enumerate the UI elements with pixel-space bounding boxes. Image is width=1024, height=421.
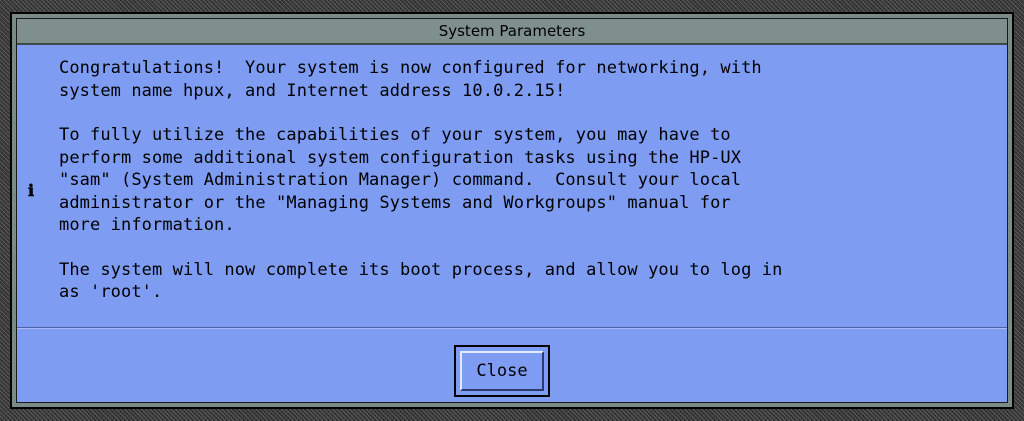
close-button[interactable]: Close — [454, 345, 550, 397]
dialog-body: System Parameters ℹ Congratulations! You… — [16, 18, 1008, 403]
message-paragraph-sam: To fully utilize the capabilities of you… — [59, 125, 742, 235]
message-paragraph-boot: The system will now complete its boot pr… — [59, 259, 783, 303]
message-text: Congratulations! Your system is now conf… — [59, 57, 999, 326]
dialog-window: System Parameters ℹ Congratulations! You… — [10, 12, 1014, 409]
button-area: Close — [17, 328, 1007, 402]
close-button-label: Close — [460, 351, 544, 391]
message-paragraph-congratulations: Congratulations! Your system is now conf… — [59, 58, 762, 101]
info-icon: ℹ — [28, 181, 35, 200]
dialog-title: System Parameters — [17, 19, 1007, 45]
message-area: ℹ Congratulations! Your system is now co… — [17, 45, 1007, 328]
